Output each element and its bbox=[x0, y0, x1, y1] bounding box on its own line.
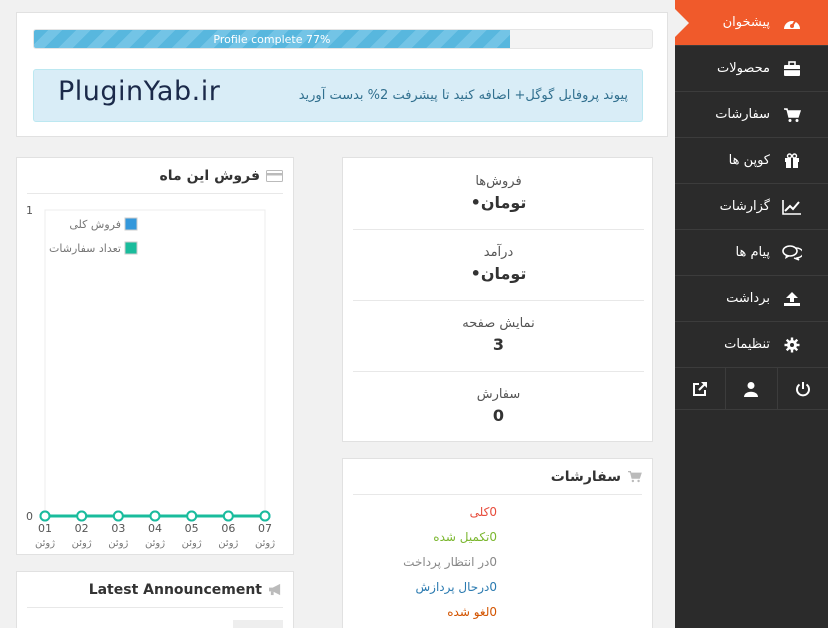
sidebar-item-dashboard[interactable]: پیشخوان bbox=[675, 0, 828, 46]
legend-label: تعداد سفارشات bbox=[49, 242, 121, 255]
stat-pageviews: نمایش صفحه 3 bbox=[353, 316, 644, 372]
gift-icon bbox=[780, 152, 804, 169]
profile-progress-fill: Profile complete 77% bbox=[34, 30, 510, 48]
profile-alert: PluginYab.ir پیوند پروفایل گوگل+ اضافه ک… bbox=[33, 69, 643, 122]
stat-earnings: درآمد •تومان bbox=[353, 245, 644, 301]
sidebar-item-label: برداشت bbox=[726, 291, 770, 306]
stat-value: •تومان bbox=[470, 264, 527, 283]
sales-line-chart: 1 0 فروش کلی تعداد سفارشات 01 ژوئن 02 ژوئن 03 ژوئ… bbox=[26, 204, 275, 549]
sidebar-item-label: پیشخوان bbox=[722, 15, 770, 30]
cart-icon bbox=[627, 470, 642, 483]
stat-value: •تومان bbox=[470, 193, 527, 212]
stat-title: درآمد bbox=[483, 245, 514, 260]
x-tick-label: 07 bbox=[258, 522, 272, 535]
sidebar-item-messages[interactable]: پیام ها bbox=[675, 230, 828, 276]
x-tick-label: 01 bbox=[38, 522, 52, 535]
legend-swatch bbox=[124, 241, 138, 255]
sales-panel-header: فروش این ماه bbox=[27, 158, 283, 194]
data-point bbox=[39, 510, 51, 522]
orders-panel-title: سفارشات bbox=[550, 468, 621, 485]
dashboard-icon bbox=[780, 15, 804, 31]
x-tick-sublabel: ژوئن bbox=[255, 538, 275, 549]
order-status-pending[interactable]: 0در انتظار پرداخت bbox=[403, 555, 497, 569]
x-tick-label: 03 bbox=[111, 522, 125, 535]
stat-sales: فروش‌ها •تومان bbox=[353, 174, 644, 230]
data-point bbox=[76, 510, 88, 522]
cart-icon bbox=[780, 107, 804, 123]
stat-orders: سفارش 0 bbox=[353, 387, 644, 437]
sidebar-item-withdraw[interactable]: برداشت bbox=[675, 276, 828, 322]
announcement-title: Latest Announcement bbox=[88, 581, 262, 598]
data-point bbox=[259, 510, 271, 522]
stat-title: سفارش bbox=[476, 387, 521, 402]
x-tick-label: 04 bbox=[148, 522, 162, 535]
order-status-total[interactable]: 0کلی bbox=[470, 505, 497, 519]
x-tick-sublabel: ژوئن bbox=[108, 538, 128, 549]
sidebar-item-label: سفارشات bbox=[715, 107, 770, 122]
order-status-processing[interactable]: 0درحال پردازش bbox=[416, 580, 497, 594]
data-point bbox=[112, 510, 124, 522]
x-tick-label: 05 bbox=[185, 522, 199, 535]
announcement-content-placeholder bbox=[233, 620, 283, 628]
stat-value: 0 bbox=[492, 406, 505, 425]
orders-panel: سفارشات 0کلی 0تکمیل شده 0در انتظار پرداخ… bbox=[342, 458, 653, 628]
announcement-panel: Latest Announcement bbox=[16, 571, 294, 628]
sidebar-item-label: کوپن ها bbox=[728, 153, 770, 168]
profile-progress-panel: Profile complete 77% PluginYab.ir پیوند … bbox=[16, 12, 668, 137]
sidebar-bottom-bar bbox=[675, 368, 828, 410]
briefcase-icon bbox=[780, 60, 804, 77]
data-point bbox=[149, 510, 161, 522]
sidebar-item-orders[interactable]: سفارشات bbox=[675, 92, 828, 138]
sales-panel-title: فروش این ماه bbox=[159, 167, 261, 184]
x-tick-sublabel: ژوئن bbox=[218, 538, 238, 549]
announcement-panel-header: Latest Announcement bbox=[27, 572, 283, 608]
sidebar-item-products[interactable]: محصولات bbox=[675, 46, 828, 92]
credit-card-icon bbox=[266, 169, 283, 182]
sidebar-item-settings[interactable]: تنظیمات bbox=[675, 322, 828, 368]
orders-panel-header: سفارشات bbox=[353, 459, 642, 495]
sidebar-item-label: محصولات bbox=[717, 61, 770, 76]
data-point bbox=[186, 510, 198, 522]
stats-panel: فروش‌ها •تومان درآمد •تومان نمایش صفحه 3… bbox=[342, 157, 653, 442]
x-tick-sublabel: ژوئن bbox=[72, 538, 92, 549]
x-tick-label: 06 bbox=[221, 522, 235, 535]
gear-icon bbox=[780, 337, 804, 353]
legend-label: فروش کلی bbox=[69, 218, 121, 231]
profile-progress-bar: Profile complete 77% bbox=[33, 29, 653, 49]
bullhorn-icon bbox=[268, 583, 283, 596]
stat-value: 3 bbox=[492, 335, 505, 354]
profile-alert-message[interactable]: پیوند پروفایل گوگل+ اضافه کنید تا پیشرفت… bbox=[299, 88, 628, 103]
sidebar: پیشخوان محصولات سفارشات کوپن ها گزارشات … bbox=[675, 0, 828, 628]
x-tick-label: 02 bbox=[75, 522, 89, 535]
y-tick-label: 1 bbox=[26, 204, 33, 217]
legend-swatch bbox=[124, 217, 138, 231]
watermark-logo: PluginYab.ir bbox=[58, 76, 221, 107]
x-tick-sublabel: ژوئن bbox=[145, 538, 165, 549]
upload-icon bbox=[780, 291, 804, 307]
order-status-completed[interactable]: 0تکمیل شده bbox=[433, 530, 497, 544]
sidebar-item-label: تنظیمات bbox=[724, 337, 770, 352]
order-status-cancelled[interactable]: 0لغو شده bbox=[447, 605, 497, 619]
x-tick-sublabel: ژوئن bbox=[35, 538, 55, 549]
user-icon[interactable] bbox=[725, 368, 776, 409]
y-tick-label: 0 bbox=[26, 510, 33, 523]
plot-frame bbox=[44, 209, 266, 517]
power-icon[interactable] bbox=[776, 368, 828, 409]
sales-chart-panel: فروش این ماه 1 0 فروش کلی تعداد سفارشات 01 ژو… bbox=[16, 157, 294, 555]
line-chart-icon bbox=[780, 199, 804, 215]
external-link-icon[interactable] bbox=[675, 368, 725, 409]
comments-icon bbox=[780, 244, 804, 261]
sidebar-item-coupons[interactable]: کوپن ها bbox=[675, 138, 828, 184]
profile-progress-text: Profile complete 77% bbox=[213, 32, 331, 46]
sidebar-item-label: گزارشات bbox=[719, 199, 770, 214]
sidebar-item-label: پیام ها bbox=[735, 245, 771, 260]
stat-title: فروش‌ها bbox=[475, 174, 522, 189]
stat-title: نمایش صفحه bbox=[462, 316, 535, 331]
data-point bbox=[222, 510, 234, 522]
x-tick-sublabel: ژوئن bbox=[182, 538, 202, 549]
sidebar-item-reports[interactable]: گزارشات bbox=[675, 184, 828, 230]
